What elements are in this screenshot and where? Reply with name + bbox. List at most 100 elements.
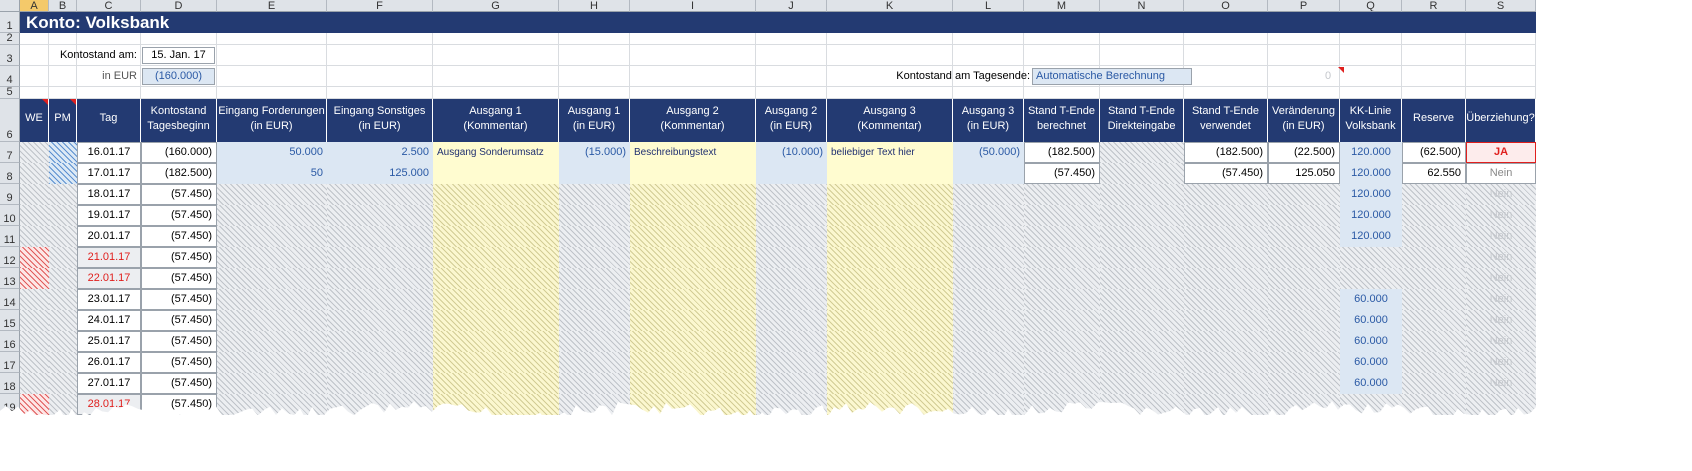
cell-D8[interactable]: (182.500) bbox=[141, 163, 217, 184]
cell-Q10[interactable]: 120.000 bbox=[1340, 205, 1402, 226]
cell-B12[interactable] bbox=[49, 247, 77, 268]
cell-E16[interactable] bbox=[217, 331, 327, 352]
row-header-10[interactable]: 10 bbox=[0, 205, 20, 226]
cell[interactable] bbox=[630, 87, 756, 99]
cell[interactable] bbox=[827, 33, 953, 45]
cell-F15[interactable] bbox=[327, 310, 433, 331]
cell[interactable] bbox=[20, 33, 49, 45]
cell[interactable] bbox=[559, 66, 630, 87]
cell-L11[interactable] bbox=[953, 226, 1024, 247]
cell-I9[interactable] bbox=[630, 184, 756, 205]
cell-G10[interactable] bbox=[433, 205, 559, 226]
cell-L8[interactable] bbox=[953, 163, 1024, 184]
cell-G8[interactable] bbox=[433, 163, 559, 184]
cell-J17[interactable] bbox=[756, 352, 827, 373]
cell-J10[interactable] bbox=[756, 205, 827, 226]
cell-O16[interactable] bbox=[1184, 331, 1268, 352]
cell[interactable] bbox=[217, 66, 327, 87]
cell-K10[interactable] bbox=[827, 205, 953, 226]
cell-N16[interactable] bbox=[1100, 331, 1184, 352]
cell-C14[interactable]: 23.01.17 bbox=[77, 289, 141, 310]
cell-J7[interactable]: (10.000) bbox=[756, 142, 827, 163]
cell-K13[interactable] bbox=[827, 268, 953, 289]
cell-O9[interactable] bbox=[1184, 184, 1268, 205]
cell-L9[interactable] bbox=[953, 184, 1024, 205]
row-header-1[interactable]: 1 bbox=[0, 12, 20, 33]
cell-A12[interactable] bbox=[20, 247, 49, 268]
column-header-E[interactable]: E bbox=[217, 0, 327, 12]
cell[interactable] bbox=[327, 66, 433, 87]
cell-A7[interactable] bbox=[20, 142, 49, 163]
cell-L17[interactable] bbox=[953, 352, 1024, 373]
cell-N9[interactable] bbox=[1100, 184, 1184, 205]
cell[interactable] bbox=[20, 45, 49, 66]
cell-B11[interactable] bbox=[49, 226, 77, 247]
cell-F16[interactable] bbox=[327, 331, 433, 352]
cell-K14[interactable] bbox=[827, 289, 953, 310]
cell-O11[interactable] bbox=[1184, 226, 1268, 247]
cell-M12[interactable] bbox=[1024, 247, 1100, 268]
cell-I16[interactable] bbox=[630, 331, 756, 352]
cell[interactable] bbox=[1466, 33, 1536, 45]
cell[interactable] bbox=[433, 87, 559, 99]
cell-K8[interactable] bbox=[827, 163, 953, 184]
cell-Q8[interactable]: 120.000 bbox=[1340, 163, 1402, 184]
cell-P13[interactable] bbox=[1268, 268, 1340, 289]
select-all-corner[interactable] bbox=[0, 0, 20, 12]
cell-G17[interactable] bbox=[433, 352, 559, 373]
cell-A11[interactable] bbox=[20, 226, 49, 247]
cell-B9[interactable] bbox=[49, 184, 77, 205]
cell-C12[interactable]: 21.01.17 bbox=[77, 247, 141, 268]
column-header-R[interactable]: R bbox=[1402, 0, 1466, 12]
cell-R9[interactable] bbox=[1402, 184, 1466, 205]
cell[interactable] bbox=[1024, 87, 1100, 99]
cell-R10[interactable] bbox=[1402, 205, 1466, 226]
cell[interactable] bbox=[1184, 66, 1268, 87]
row-header-6[interactable]: 6 bbox=[0, 99, 20, 142]
cell-B17[interactable] bbox=[49, 352, 77, 373]
in-eur-value[interactable]: (160.000) bbox=[142, 68, 215, 85]
cell-B8[interactable] bbox=[49, 163, 77, 184]
cell-M9[interactable] bbox=[1024, 184, 1100, 205]
cell-B10[interactable] bbox=[49, 205, 77, 226]
cell-O13[interactable] bbox=[1184, 268, 1268, 289]
cell[interactable] bbox=[20, 87, 49, 99]
cell[interactable] bbox=[1466, 45, 1536, 66]
cell-A17[interactable] bbox=[20, 352, 49, 373]
cell-G14[interactable] bbox=[433, 289, 559, 310]
cell[interactable] bbox=[1024, 33, 1100, 45]
cell-E7[interactable]: 50.000 bbox=[217, 142, 327, 163]
cell-M16[interactable] bbox=[1024, 331, 1100, 352]
cell-J8[interactable] bbox=[756, 163, 827, 184]
cell[interactable] bbox=[1340, 45, 1402, 66]
cell[interactable] bbox=[217, 45, 327, 66]
cell-E13[interactable] bbox=[217, 268, 327, 289]
cell-G13[interactable] bbox=[433, 268, 559, 289]
cell-F13[interactable] bbox=[327, 268, 433, 289]
cell[interactable] bbox=[1268, 45, 1340, 66]
cell-G7[interactable]: Ausgang Sonderumsatz bbox=[433, 142, 559, 163]
cell[interactable] bbox=[1402, 87, 1466, 99]
cell-H13[interactable] bbox=[559, 268, 630, 289]
row-header-11[interactable]: 11 bbox=[0, 226, 20, 247]
cell-M17[interactable] bbox=[1024, 352, 1100, 373]
cell-R12[interactable] bbox=[1402, 247, 1466, 268]
column-header-K[interactable]: K bbox=[827, 0, 953, 12]
row-header-3[interactable]: 3 bbox=[0, 45, 20, 66]
cell[interactable] bbox=[1466, 87, 1536, 99]
cell-E15[interactable] bbox=[217, 310, 327, 331]
cell-Q17[interactable]: 60.000 bbox=[1340, 352, 1402, 373]
cell-S9[interactable]: Nein bbox=[1466, 184, 1536, 205]
cell-S10[interactable]: Nein bbox=[1466, 205, 1536, 226]
cell[interactable] bbox=[77, 33, 141, 45]
cell-G9[interactable] bbox=[433, 184, 559, 205]
cell-H15[interactable] bbox=[559, 310, 630, 331]
cell-Q7[interactable]: 120.000 bbox=[1340, 142, 1402, 163]
cell-A14[interactable] bbox=[20, 289, 49, 310]
cell-I13[interactable] bbox=[630, 268, 756, 289]
row-header-2[interactable]: 2 bbox=[0, 33, 20, 45]
cell-F14[interactable] bbox=[327, 289, 433, 310]
cell-B13[interactable] bbox=[49, 268, 77, 289]
kontostand-date-input[interactable]: 15. Jan. 17 bbox=[142, 47, 215, 64]
cell-E14[interactable] bbox=[217, 289, 327, 310]
